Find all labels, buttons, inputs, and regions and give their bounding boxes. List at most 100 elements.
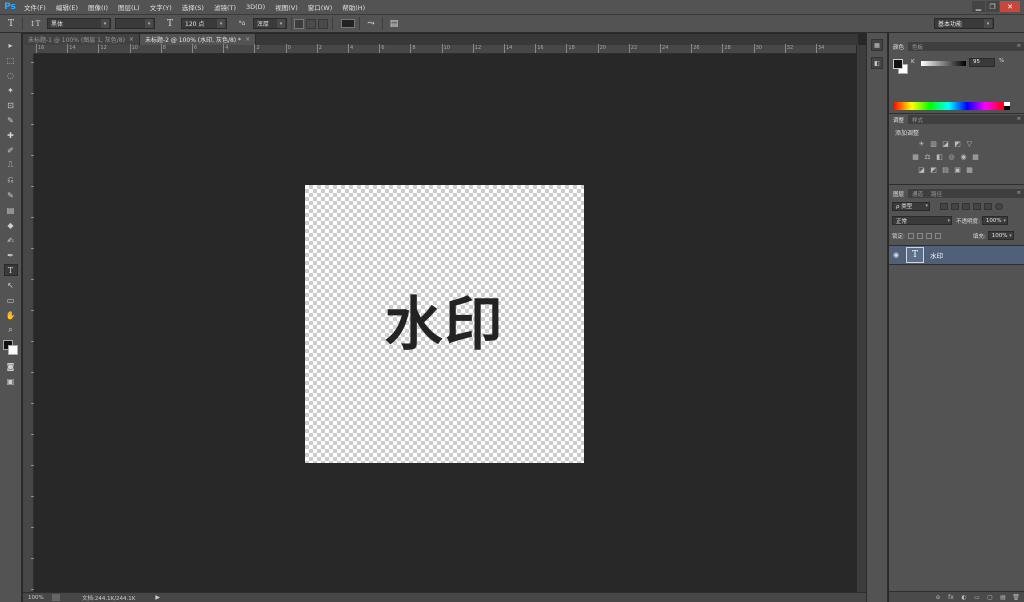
font-style-select[interactable]: ▾ bbox=[115, 18, 155, 29]
text-color-swatch[interactable] bbox=[341, 19, 355, 28]
black-white-icon[interactable]: ◧ bbox=[935, 153, 944, 161]
new-layer-icon[interactable]: ▤ bbox=[999, 594, 1007, 601]
healing-brush-tool-icon[interactable]: ✚ bbox=[4, 129, 18, 141]
horizontal-ruler[interactable]: 16 14 12 10 8 6 4 2 0 2 4 6 8 10 12 14 16 18 20 22 24 26 28 30 3… bbox=[34, 44, 856, 54]
eraser-tool-icon[interactable]: ✎ bbox=[4, 189, 18, 201]
foreground-color-swatch[interactable] bbox=[893, 59, 903, 69]
vertical-scrollbar[interactable] bbox=[856, 45, 866, 592]
zoom-tool-icon[interactable]: ⌕ bbox=[4, 324, 18, 336]
invert-icon[interactable]: ◪ bbox=[917, 166, 926, 174]
menu-view[interactable]: 视图(V) bbox=[275, 2, 298, 12]
panel-menu-icon[interactable]: ≡ bbox=[1017, 43, 1021, 49]
layer-name[interactable]: 水印 bbox=[930, 250, 943, 260]
screen-mode-icon[interactable]: ▣ bbox=[4, 375, 18, 387]
close-button[interactable]: ✕ bbox=[1000, 1, 1020, 12]
menu-type[interactable]: 文字(Y) bbox=[150, 2, 172, 12]
color-balance-icon[interactable]: ⚖ bbox=[923, 153, 932, 161]
filter-shape-icon[interactable] bbox=[973, 202, 981, 210]
menu-3d[interactable]: 3D(D) bbox=[246, 3, 265, 11]
shape-tool-icon[interactable]: ▭ bbox=[4, 294, 18, 306]
filter-smart-object-icon[interactable] bbox=[984, 202, 992, 210]
menu-select[interactable]: 选择(S) bbox=[182, 2, 204, 12]
close-icon[interactable]: × bbox=[245, 36, 250, 43]
panel-menu-icon[interactable]: ≡ bbox=[1017, 190, 1021, 196]
add-mask-icon[interactable]: ◐ bbox=[960, 594, 968, 601]
crop-tool-icon[interactable]: ⊡ bbox=[4, 99, 18, 111]
selective-color-icon[interactable]: ▣ bbox=[953, 166, 962, 174]
type-tool-icon[interactable]: T bbox=[3, 264, 18, 276]
history-panel-icon[interactable]: ▦ bbox=[871, 39, 883, 51]
marquee-tool-icon[interactable]: ⬚ bbox=[4, 54, 18, 66]
move-tool-icon[interactable]: ▸ bbox=[4, 39, 18, 51]
close-icon[interactable]: × bbox=[129, 36, 134, 43]
vibrance-icon[interactable]: ▽ bbox=[965, 140, 974, 148]
tab-styles[interactable]: 样式 bbox=[908, 115, 927, 124]
lock-all-icon[interactable] bbox=[934, 232, 941, 239]
tab-layers[interactable]: 图层 bbox=[889, 189, 909, 198]
restore-button[interactable]: ❐ bbox=[986, 1, 999, 12]
minimize-button[interactable]: ▁ bbox=[972, 1, 985, 12]
type-tool-preset-icon[interactable]: T bbox=[4, 17, 18, 31]
gradient-tool-icon[interactable]: ▤ bbox=[4, 204, 18, 216]
brush-tool-icon[interactable]: ✐ bbox=[4, 144, 18, 156]
document-canvas[interactable]: 水印 bbox=[305, 185, 584, 463]
filter-toggle-icon[interactable] bbox=[995, 202, 1003, 210]
menu-filter[interactable]: 滤镜(T) bbox=[214, 2, 236, 12]
filter-adjustment-icon[interactable] bbox=[951, 202, 959, 210]
panel-menu-icon[interactable]: ≡ bbox=[1017, 116, 1021, 122]
lock-transparency-icon[interactable] bbox=[907, 232, 914, 239]
font-size-select[interactable]: 120 点 ▾ bbox=[181, 18, 227, 29]
history-brush-tool-icon[interactable]: ⎌ bbox=[4, 174, 18, 186]
lock-position-icon[interactable] bbox=[925, 232, 932, 239]
tab-channels[interactable]: 通道 bbox=[908, 189, 927, 198]
dodge-tool-icon[interactable]: ✍ bbox=[4, 234, 18, 246]
photo-filter-icon[interactable]: ◎ bbox=[947, 153, 956, 161]
lock-pixels-icon[interactable] bbox=[916, 232, 923, 239]
toggle-orientation-icon[interactable]: ↕T bbox=[27, 17, 43, 31]
layer-row-watermark[interactable]: ◉ T 水印 bbox=[889, 245, 1024, 265]
new-group-icon[interactable]: ▢ bbox=[986, 594, 994, 601]
menu-edit[interactable]: 编辑(E) bbox=[56, 2, 78, 12]
k-value-input[interactable]: 95 bbox=[969, 58, 995, 67]
menu-layer[interactable]: 图层(L) bbox=[118, 2, 140, 12]
hue-saturation-icon[interactable]: ▦ bbox=[911, 153, 920, 161]
quick-mask-icon[interactable]: ◙ bbox=[4, 360, 18, 372]
blend-mode-select[interactable]: 正常 ▾ bbox=[892, 216, 952, 225]
new-adjustment-layer-icon[interactable]: ▭ bbox=[973, 594, 981, 601]
threshold-icon[interactable]: ▤ bbox=[941, 166, 950, 174]
exposure-icon[interactable]: ◩ bbox=[953, 140, 962, 148]
menu-window[interactable]: 窗口(W) bbox=[308, 2, 333, 12]
path-select-tool-icon[interactable]: ↖ bbox=[4, 279, 18, 291]
hand-tool-icon[interactable]: ✋ bbox=[4, 309, 18, 321]
quick-select-tool-icon[interactable]: ✦ bbox=[4, 84, 18, 96]
warp-text-icon[interactable]: ⤳ bbox=[364, 17, 378, 31]
k-slider[interactable] bbox=[921, 61, 966, 66]
levels-icon[interactable]: ▥ bbox=[929, 140, 938, 148]
workspace-select[interactable]: 基本功能 ▾ bbox=[934, 18, 994, 29]
align-center-button[interactable] bbox=[306, 18, 316, 29]
layer-style-icon[interactable]: fx bbox=[947, 594, 955, 601]
watermark-text-layer[interactable]: 水印 bbox=[305, 277, 584, 361]
blur-tool-icon[interactable]: ◆ bbox=[4, 219, 18, 231]
tab-color[interactable]: 颜色 bbox=[889, 42, 909, 51]
status-menu-arrow-icon[interactable]: ▶ bbox=[155, 594, 160, 601]
menu-image[interactable]: 图像(I) bbox=[88, 2, 108, 12]
align-right-button[interactable] bbox=[318, 18, 328, 29]
color-lookup-icon[interactable]: ▦ bbox=[971, 153, 980, 161]
canvas-area[interactable]: 水印 bbox=[35, 55, 856, 592]
delete-layer-icon[interactable]: 🗑 bbox=[1012, 594, 1020, 601]
layer-filter-select[interactable]: ρ 类型 ▾ bbox=[892, 201, 930, 211]
ruler-origin[interactable] bbox=[23, 45, 34, 54]
vertical-ruler[interactable] bbox=[23, 54, 34, 592]
opacity-input[interactable]: 100% ▾ bbox=[981, 216, 1008, 225]
menu-help[interactable]: 帮助(H) bbox=[342, 2, 365, 12]
align-left-button[interactable] bbox=[294, 18, 304, 29]
brightness-contrast-icon[interactable]: ☀ bbox=[917, 140, 926, 148]
properties-panel-icon[interactable]: ◧ bbox=[871, 57, 883, 69]
document-tab-1[interactable]: 未标题-1 @ 100% (图层 1, 灰色/8) × bbox=[23, 34, 140, 45]
gradient-map-icon[interactable]: ▦ bbox=[965, 166, 974, 174]
filter-type-icon[interactable] bbox=[962, 202, 970, 210]
background-color-swatch[interactable] bbox=[7, 345, 18, 355]
visibility-eye-icon[interactable]: ◉ bbox=[889, 251, 903, 259]
menu-file[interactable]: 文件(F) bbox=[24, 2, 46, 12]
